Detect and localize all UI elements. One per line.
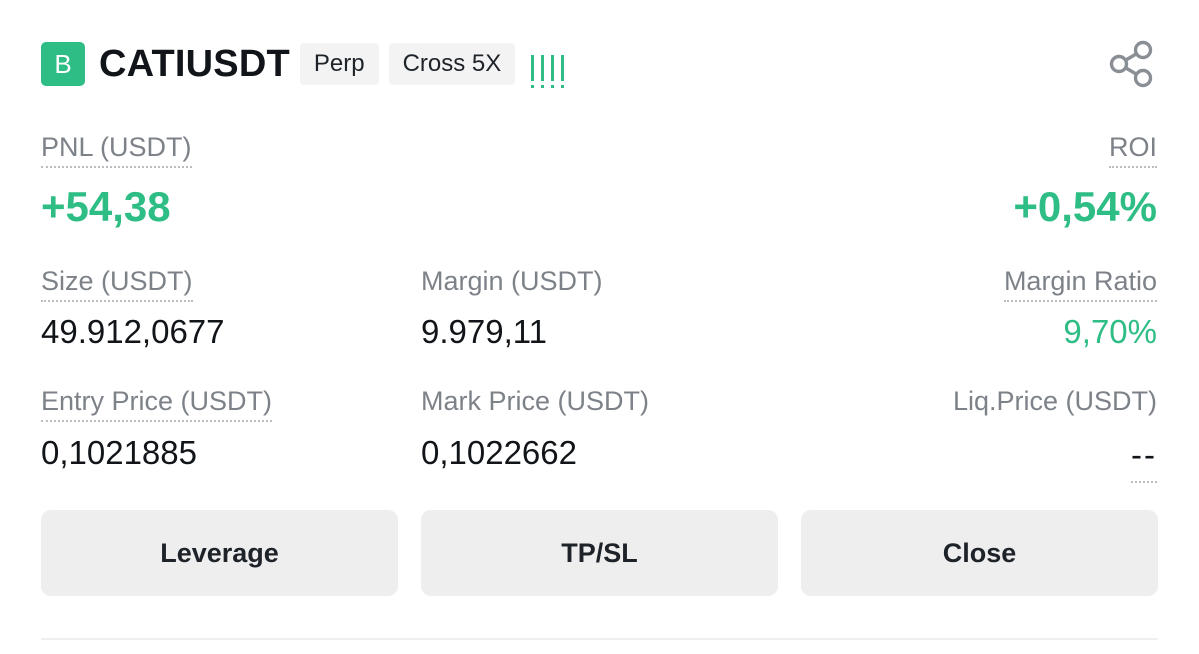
margin-label: Margin (USDT) [421, 266, 603, 296]
liq-price-label: Liq.Price (USDT) [952, 386, 1157, 416]
mark-price-value: 0,1022662 [421, 434, 577, 471]
margin-mode-tag[interactable]: Cross 5X [388, 43, 516, 85]
roi-label[interactable]: ROI [1108, 131, 1157, 168]
share-icon[interactable] [1106, 40, 1156, 88]
pnl-label[interactable]: PNL (USDT) [41, 131, 192, 168]
divider [41, 638, 1158, 640]
entry-price-label[interactable]: Entry Price (USDT) [41, 385, 273, 422]
pnl-value: +54,38 [41, 183, 171, 230]
size-label[interactable]: Size (USDT) [41, 265, 193, 302]
risk-indicator-icon [531, 47, 565, 88]
contract-type-tag: Perp [299, 43, 379, 85]
roi-value: +0,54% [1013, 183, 1157, 230]
leverage-button[interactable]: Leverage [41, 510, 398, 596]
entry-price-value: 0,1021885 [41, 434, 197, 471]
margin-value: 9.979,11 [421, 313, 548, 350]
liq-price-value[interactable]: -- [1131, 435, 1157, 483]
tpsl-button[interactable]: TP/SL [421, 510, 778, 596]
size-value: 49.912,0677 [41, 313, 225, 350]
symbol-title[interactable]: CATIUSDT [99, 43, 290, 86]
margin-ratio-label[interactable]: Margin Ratio [1003, 265, 1157, 302]
close-button[interactable]: Close [801, 510, 1158, 596]
mark-price-label: Mark Price (USDT) [421, 386, 649, 416]
position-card: B CATIUSDT Perp Cross 5X PNL (USDT) +54,… [0, 0, 1199, 654]
side-badge: B [41, 42, 85, 86]
position-header: B CATIUSDT Perp Cross 5X [41, 42, 565, 88]
margin-ratio-value: 9,70% [1063, 313, 1157, 350]
